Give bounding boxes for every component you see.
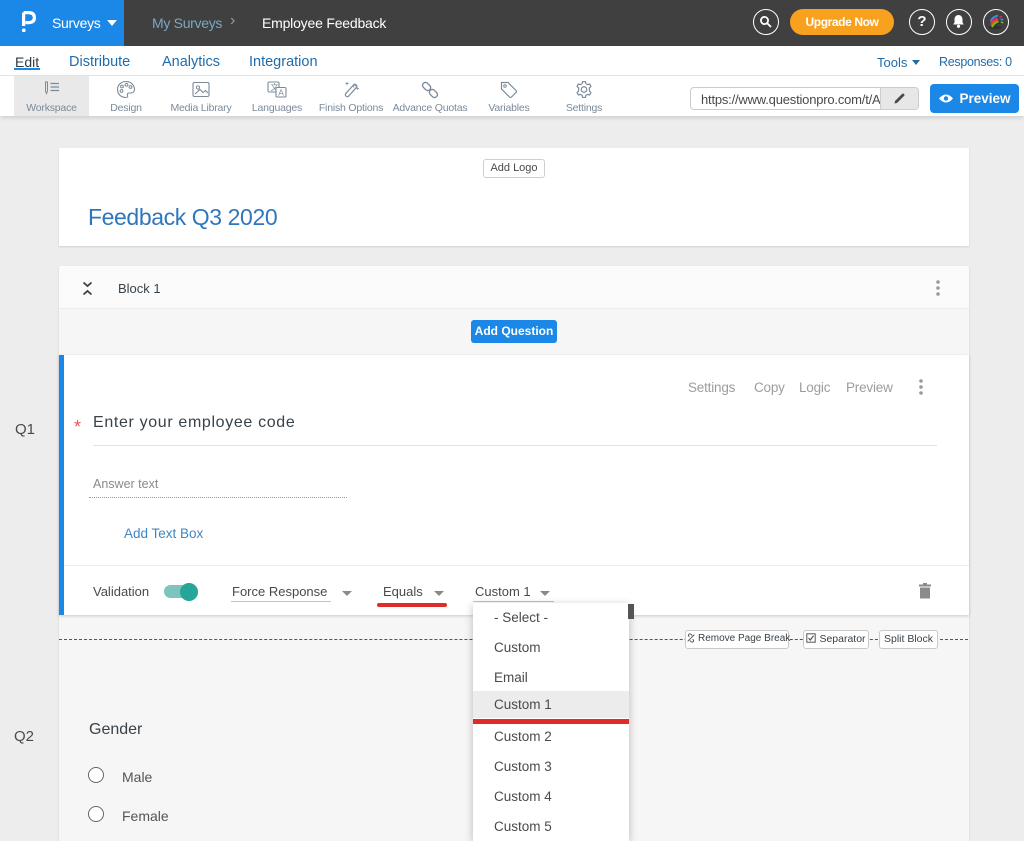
svg-text:A: A	[278, 87, 284, 97]
